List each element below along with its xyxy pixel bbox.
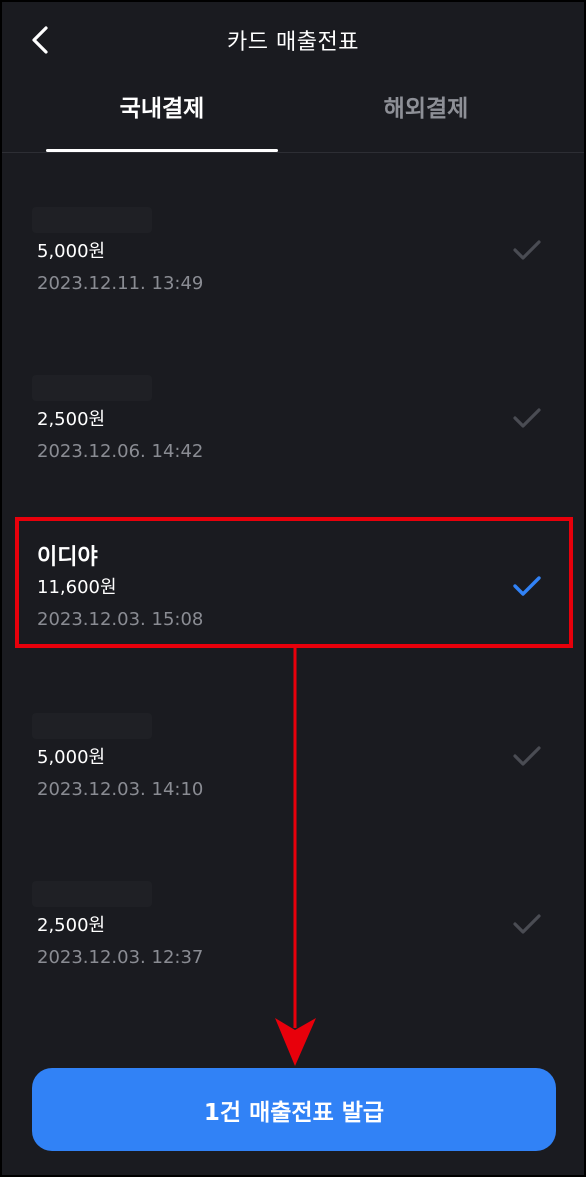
transaction-date: 2023.12.03. 15:08 bbox=[37, 609, 204, 630]
transaction-item[interactable]: 5,000원 2023.12.11. 13:49 bbox=[2, 203, 584, 313]
check-icon bbox=[513, 576, 541, 596]
transaction-amount: 11,600원 bbox=[37, 577, 117, 598]
transaction-item[interactable]: 2,500원 2023.12.06. 14:42 bbox=[2, 371, 584, 481]
issue-receipt-button[interactable]: 1건 매출전표 발급 bbox=[32, 1068, 556, 1151]
transaction-date: 2023.12.06. 14:42 bbox=[37, 441, 204, 462]
transaction-amount: 2,500원 bbox=[37, 915, 106, 936]
check-icon bbox=[513, 240, 541, 260]
transaction-date: 2023.12.11. 13:49 bbox=[37, 273, 204, 294]
tab-domestic[interactable]: 국내결제 bbox=[46, 92, 278, 150]
check-icon bbox=[513, 914, 541, 934]
store-name: 이디야 bbox=[37, 545, 98, 570]
transaction-date: 2023.12.03. 14:10 bbox=[37, 779, 204, 800]
transaction-amount: 5,000원 bbox=[37, 747, 106, 768]
check-icon bbox=[513, 746, 541, 766]
screen: 카드 매출전표 국내결제 해외결제 5,000원 2023.12.11. 13:… bbox=[0, 0, 586, 1177]
transaction-date: 2023.12.03. 12:37 bbox=[37, 947, 204, 968]
page-title: 카드 매출전표 bbox=[227, 30, 359, 55]
transaction-item[interactable]: 2,500원 2023.12.03. 12:37 bbox=[2, 877, 584, 987]
transaction-amount: 5,000원 bbox=[37, 241, 106, 262]
store-name-placeholder bbox=[32, 375, 152, 401]
check-icon bbox=[513, 408, 541, 428]
header: 카드 매출전표 bbox=[2, 2, 584, 80]
store-name-placeholder bbox=[32, 881, 152, 907]
tab-underline bbox=[46, 149, 278, 152]
transaction-item[interactable]: 5,000원 2023.12.03. 14:10 bbox=[2, 709, 584, 819]
tab-overseas[interactable]: 해외결제 bbox=[310, 92, 542, 150]
store-name-placeholder bbox=[32, 207, 152, 233]
transaction-amount: 2,500원 bbox=[37, 409, 106, 430]
transaction-item-selected[interactable]: 이디야 11,600원 2023.12.03. 15:08 bbox=[2, 527, 584, 637]
tab-bar: 국내결제 해외결제 bbox=[2, 80, 584, 153]
store-name-placeholder bbox=[32, 713, 152, 739]
